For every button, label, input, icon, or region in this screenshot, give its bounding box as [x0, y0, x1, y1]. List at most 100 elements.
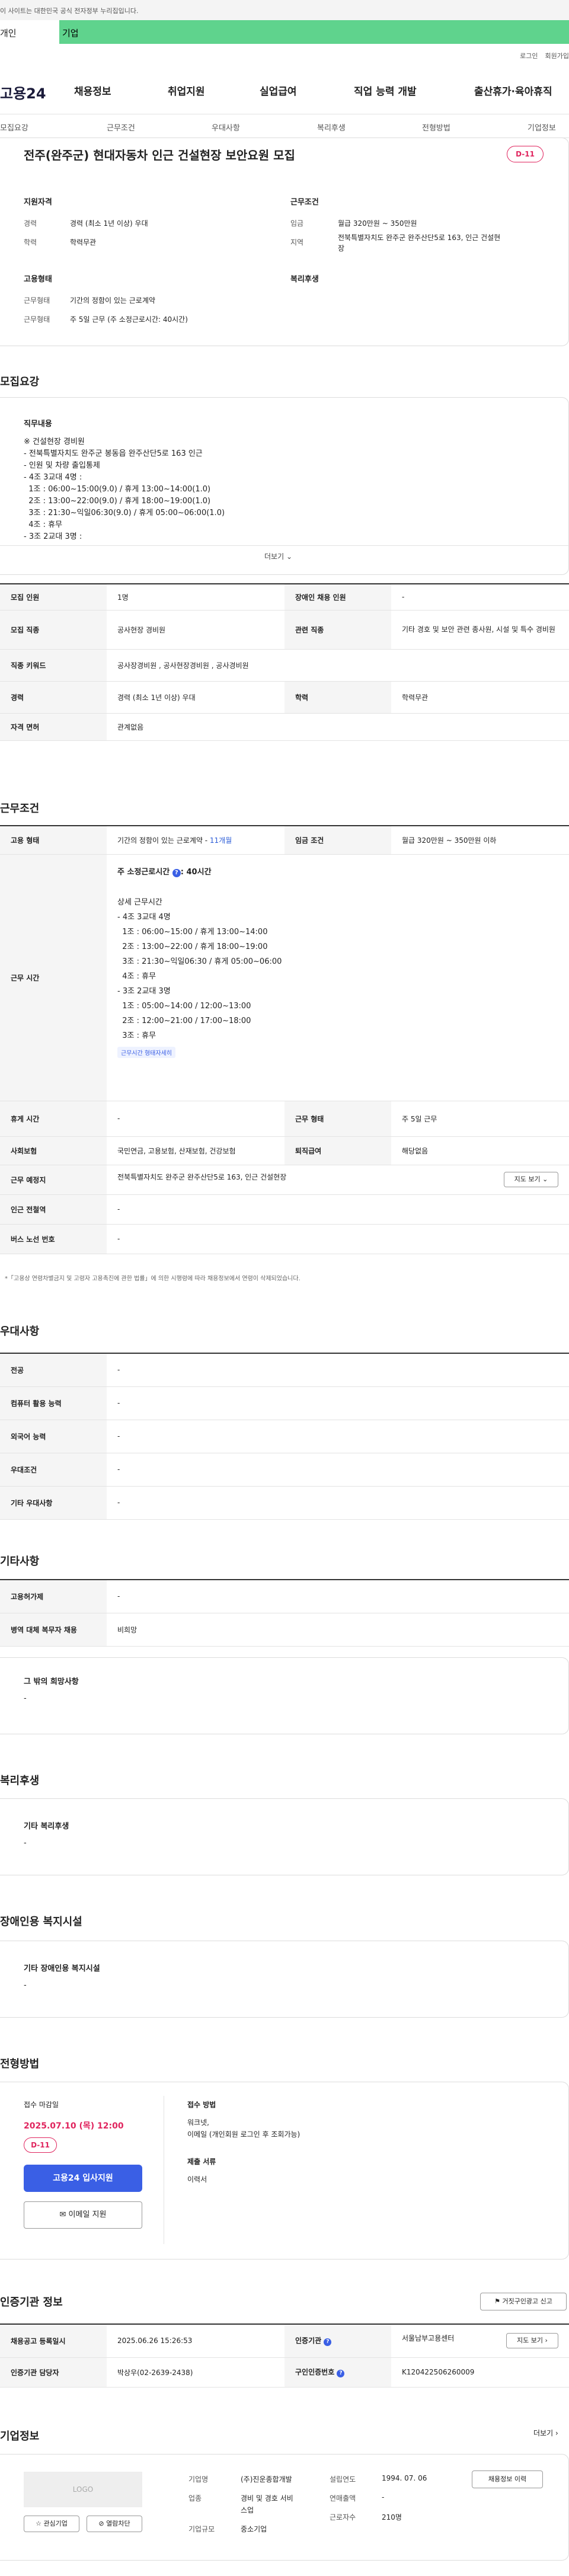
block-label: 열람차단 — [106, 2520, 130, 2527]
weekly-hours-label: 주 소정근로시간 — [117, 867, 170, 877]
cell-label: 장애인 채용 인원 — [284, 583, 391, 611]
etc-table: 고용허가제 - 병역 대체 복무자 채용 비희망 — [0, 1579, 569, 1647]
duty-line: 3조 : 21:30~익일06:30(9.0) / 휴게 05:00~06:00… — [24, 509, 225, 517]
cell-value: 박상우(02-2639-2438) — [107, 2357, 284, 2388]
weekly-hours: 주 소정근로시간 ?: 40시간 — [117, 867, 212, 877]
etc-section-title: 기타사항 — [0, 1555, 40, 1568]
cell-label: 직종 키워드 — [0, 649, 107, 682]
welfare-value: - — [24, 1839, 27, 1848]
hours-line: 상세 근무시간 — [117, 897, 162, 907]
agency-map-button[interactable]: 지도 보기 › — [506, 2333, 558, 2349]
company-more-link[interactable]: 더보기 › — [533, 2428, 558, 2438]
weekly-hours-value: 40시간 — [186, 867, 212, 877]
favorite-company-button[interactable]: ☆ 관심기업 — [24, 2516, 79, 2532]
recruit-table: 모집 인원 1명 장애인 채용 인원 - 모집 직종 공사현장 경비원 관련 직종 기타 경… — [0, 583, 569, 741]
preference-table: 전공 - 컴퓨터 활용 능력 - 외국어 능력 - 우대조건 - 기타 우대사항 - — [0, 1353, 569, 1520]
cell-value: - — [107, 1420, 569, 1453]
work-hours-detail-link[interactable]: 근무시간 형태자세히 — [117, 1046, 175, 1058]
welfare-summary-heading: 복리후생 — [290, 275, 319, 284]
cell-label: 모집 직종 — [0, 610, 107, 650]
cell-label: 임금 조건 — [284, 825, 391, 855]
region-value-line2: 장 — [338, 244, 345, 253]
duty-line: 1조 : 06:00~15:00(9.0) / 휴게 13:00~14:00(1… — [24, 485, 211, 494]
gnb-item-jobs[interactable]: 채용정보 — [74, 83, 111, 98]
cell-label: 경력 — [0, 681, 107, 714]
cell-label: 퇴직급여 — [284, 1136, 391, 1165]
agency-section-title: 인증기관 정보 — [0, 2296, 63, 2309]
cell-label: 채용공고 등록일시 — [0, 2323, 107, 2358]
industry-value-line2: 스업 — [241, 2506, 254, 2514]
cell-label: 구인인증번호 ? — [284, 2357, 391, 2388]
cell-value: - — [391, 583, 569, 611]
deadline-label: 접수 마감일 — [24, 2101, 59, 2109]
table-row: 직종 키워드 공사장경비원 , 공사현장경비원 , 공사경비원 — [0, 649, 569, 682]
age-notice: *「고용상 연령차별금지 및 고령자 고용촉진에 관한 법률」에 의한 시행령에… — [5, 1276, 301, 1282]
info-icon[interactable]: ? — [172, 868, 181, 877]
login-link[interactable]: 로그인 — [520, 52, 538, 60]
chevron-down-icon: ⌄ — [542, 1175, 548, 1183]
signup-link[interactable]: 회원가입 — [545, 52, 569, 60]
site-logo[interactable]: 고용24 — [0, 82, 46, 103]
company-section-title: 기업정보 — [0, 2430, 40, 2443]
cell-value: 해당없음 — [391, 1136, 569, 1165]
cell-label: 자격 면허 — [0, 713, 107, 741]
table-row: 인근 전철역 - — [0, 1194, 569, 1225]
anchor-process[interactable]: 전형방법 — [422, 122, 450, 133]
anchor-recruit[interactable]: 모집요강 — [0, 122, 28, 133]
anchor-conditions[interactable]: 근무조건 — [107, 122, 135, 133]
info-icon[interactable]: ? — [324, 2338, 332, 2347]
sales-label: 연매출액 — [330, 2494, 356, 2503]
anchor-preference[interactable]: 우대사항 — [212, 122, 240, 133]
recruit-history-button[interactable]: 채용정보 이력 — [472, 2470, 543, 2488]
agency-org-label: 인증기관 — [295, 2337, 322, 2345]
method-value-line2: 이메일 (개인회원 로그인 후 조회가능) — [187, 2130, 301, 2139]
table-row: 근무 예정지 전북특별자치도 완주군 완주산단5로 163, 인근 건설현장 지도 … — [0, 1165, 569, 1195]
cell-label: 기타 우대사항 — [0, 1486, 107, 1520]
utility-nav: 로그인 회원가입 — [513, 51, 569, 60]
cell-label: 전공 — [0, 1353, 107, 1387]
apply-button[interactable]: 고용24 입사지원 — [24, 2165, 142, 2192]
employment-heading: 고용형태 — [24, 275, 52, 284]
block-company-button[interactable]: ⊘ 열람차단 — [87, 2516, 142, 2532]
employment-contract: 기간의 정함이 있는 근로계약 - — [117, 836, 208, 845]
table-row: 기타 우대사항 - — [0, 1486, 569, 1520]
established-label: 설립연도 — [330, 2475, 356, 2484]
cell-value: 2025.06.26 15:26:53 — [107, 2323, 284, 2358]
agency-table: 채용공고 등록일시 2025.06.26 15:26:53 인증기관 ? 서울남부고용… — [0, 2323, 569, 2388]
qualification-heading: 지원자격 — [24, 198, 52, 207]
company-size-value: 중소기업 — [241, 2525, 267, 2533]
cell-value: - — [107, 1101, 284, 1137]
info-icon[interactable]: ? — [337, 2370, 345, 2377]
gnb-item-unemployment-benefit[interactable]: 실업급여 — [260, 83, 297, 98]
company-logo: LOGO — [24, 2472, 142, 2507]
anchor-welfare[interactable]: 복리후생 — [317, 122, 346, 133]
gnb-item-employment-support[interactable]: 취업지원 — [168, 83, 205, 98]
work-type-label: 근무형태 — [24, 315, 50, 324]
gnb-item-job-training[interactable]: 직업 능력 개발 — [354, 83, 417, 98]
chevron-down-icon: ⌄ — [286, 552, 293, 561]
cell-value: - — [107, 1579, 569, 1613]
cell-label: 휴게 시간 — [0, 1101, 107, 1137]
duty-line: - 4조 3교대 4명 : — [24, 473, 82, 482]
email-apply-button[interactable]: ✉ 이메일 지원 — [24, 2201, 142, 2229]
industry-label: 업종 — [188, 2494, 202, 2503]
more-label: 더보기 — [264, 552, 284, 561]
tab-person[interactable]: 개인 — [0, 20, 59, 44]
employment-type-value: 기간의 정함이 있는 근로계약 — [70, 296, 155, 305]
report-button[interactable]: ⚑ 거짓구인광고 신고 — [480, 2293, 567, 2310]
cert-no-label: 구인인증번호 — [295, 2368, 335, 2376]
cell-value: - — [107, 1194, 569, 1225]
table-row: 인증기관 담당자 박상우(02-2639-2438) 구인인증번호 ? K120422… — [0, 2357, 569, 2388]
hours-line: - 3조 2교대 3명 — [117, 986, 171, 996]
company-name-value: (주)진운종합개발 — [241, 2475, 292, 2484]
cell-label: 인증기관 ? — [284, 2323, 391, 2358]
gnb-item-parental-leave[interactable]: 출산휴가·육아휴직 — [474, 83, 552, 98]
star-icon: ☆ — [36, 2520, 41, 2527]
table-row: 우대조건 - — [0, 1453, 569, 1487]
anchor-company[interactable]: 기업정보 — [528, 122, 556, 133]
map-button[interactable]: 지도 보기 ⌄ — [504, 1172, 558, 1187]
tab-business[interactable]: 기업 — [59, 20, 130, 44]
dday-badge: D-11 — [507, 146, 544, 162]
more-button[interactable]: 더보기 ⌄ — [264, 551, 292, 561]
hours-line: 3조 : 21:30~익일06:30 / 휴게 05:00~06:00 — [117, 957, 282, 966]
